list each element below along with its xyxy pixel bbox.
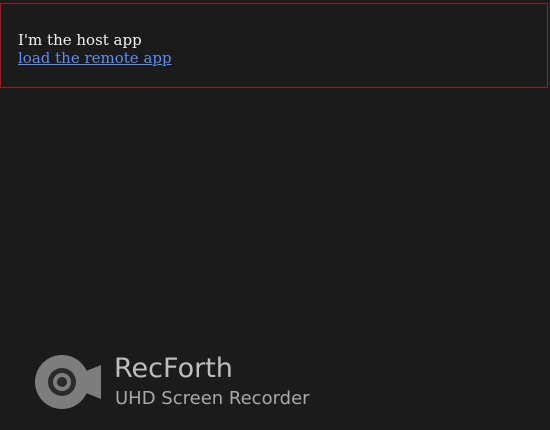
host-app-container: I'm the host app load the remote app	[0, 3, 548, 88]
camera-icon	[35, 355, 101, 409]
recorder-watermark: RecForth UHD Screen Recorder	[34, 351, 324, 413]
load-remote-app-link[interactable]: load the remote app	[18, 49, 172, 67]
host-message: I'm the host app	[18, 31, 142, 49]
watermark-subtitle: UHD Screen Recorder	[115, 388, 310, 409]
watermark-title: RecForth	[114, 353, 233, 384]
